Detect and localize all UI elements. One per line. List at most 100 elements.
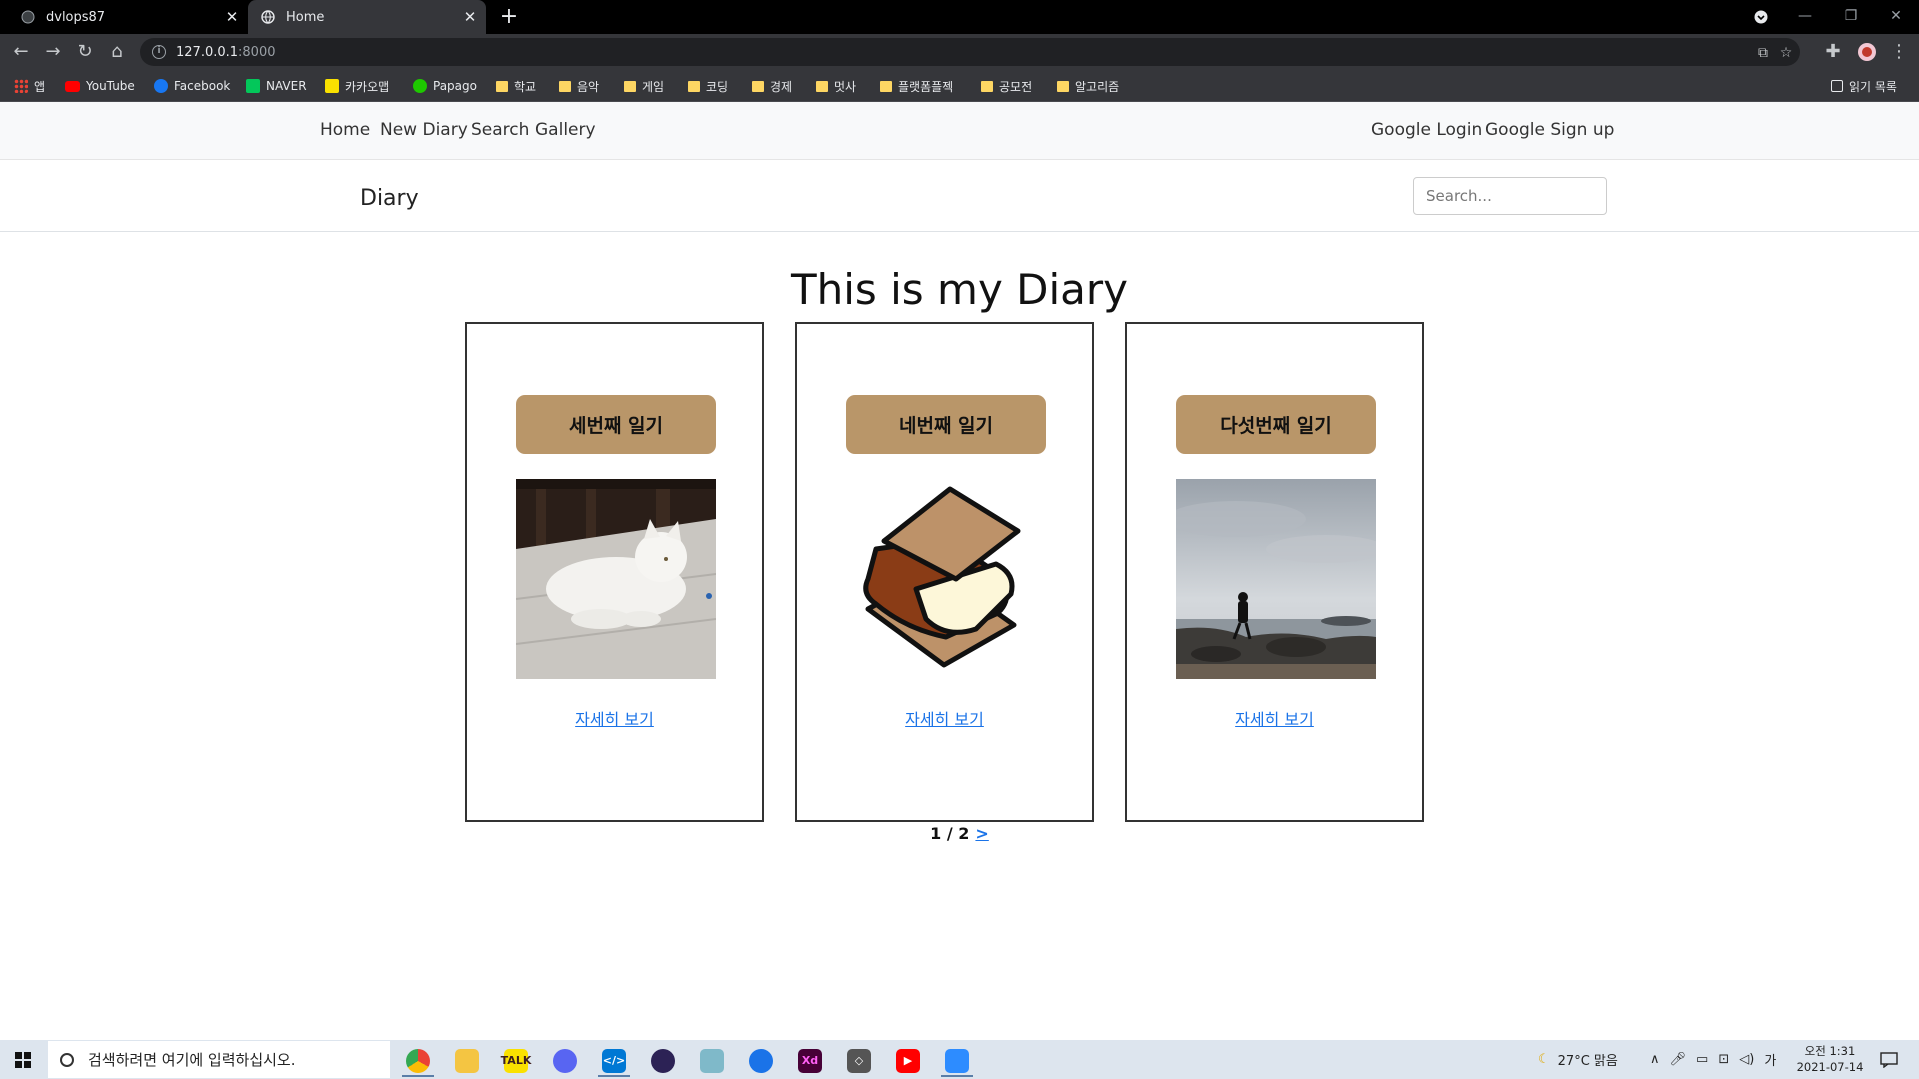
- unity-icon[interactable]: ◇: [839, 1044, 879, 1077]
- nav-home-link[interactable]: Home: [320, 120, 370, 140]
- zoom-icon[interactable]: [937, 1044, 977, 1077]
- browser-toolbar: ← → ↻ ⌂ i 127.0.0.1:8000 ⧉ ☆ ✚ ⋮: [0, 34, 1919, 70]
- star-icon[interactable]: ☆: [1776, 43, 1796, 63]
- google-login-link[interactable]: Google Login: [1371, 120, 1482, 140]
- screen: dvlops87 ✕ Home ✕ + — ❐ ✕ ← → ↻ ⌂ i 127.…: [0, 0, 1919, 1079]
- weather-widget[interactable]: ☾ 27°C 맑음: [1538, 1040, 1618, 1079]
- folder-icon: [559, 80, 571, 92]
- bookmark-kakaomap[interactable]: 카카오맵: [325, 77, 389, 95]
- notes-app-icon[interactable]: [692, 1044, 732, 1077]
- maps-icon[interactable]: [741, 1044, 781, 1077]
- bookmark-naver[interactable]: NAVER: [246, 77, 307, 95]
- url-port: :8000: [238, 44, 276, 60]
- battery-icon[interactable]: ▭: [1696, 1052, 1708, 1067]
- bookmark-folder[interactable]: 알고리즘: [1057, 77, 1119, 95]
- chrome-app-icon[interactable]: [398, 1044, 438, 1077]
- tab-strip: dvlops87 ✕ Home ✕ + — ❐ ✕: [0, 0, 1919, 34]
- bookmark-folder[interactable]: 음악: [559, 77, 599, 95]
- folder-icon: [688, 80, 700, 92]
- white-cat-photo: [516, 479, 716, 679]
- bookmark-apps[interactable]: 앱: [14, 77, 45, 95]
- top-navbar: Home New Diary Search Gallery Google Log…: [0, 102, 1919, 160]
- menu-kebab-icon[interactable]: ⋮: [1886, 39, 1912, 65]
- address-bar[interactable]: i 127.0.0.1:8000 ⧉ ☆: [140, 38, 1800, 66]
- avatar[interactable]: [1854, 39, 1880, 65]
- clock-time: 오전 1:31: [1804, 1044, 1856, 1058]
- bookmark-folder[interactable]: 경제: [752, 77, 792, 95]
- volume-icon[interactable]: ◁): [1739, 1052, 1754, 1067]
- kakaomap-icon: [325, 79, 339, 93]
- web-page: Home New Diary Search Gallery Google Log…: [0, 102, 1919, 1040]
- taskbar: 검색하려면 여기에 입력하십시오. TALK </> Xd ◇ ▶ ☾ 27°C…: [0, 1040, 1919, 1079]
- info-icon[interactable]: i: [152, 45, 166, 59]
- bookmark-folder[interactable]: 코딩: [688, 77, 728, 95]
- forward-icon[interactable]: →: [40, 39, 66, 65]
- folder-icon: [496, 80, 508, 92]
- tab-search-icon[interactable]: [1738, 0, 1784, 34]
- adobe-xd-icon[interactable]: Xd: [790, 1044, 830, 1077]
- discord-icon[interactable]: [545, 1044, 585, 1077]
- diary-title-button[interactable]: 세번째 일기: [516, 395, 716, 454]
- globe-icon: [260, 9, 276, 25]
- ime-indicator[interactable]: 가: [1764, 1050, 1776, 1069]
- bookmark-folder[interactable]: 멋사: [816, 77, 856, 95]
- apps-grid-icon: [14, 79, 28, 93]
- brand-title[interactable]: Diary: [360, 186, 419, 211]
- search-input[interactable]: [1413, 177, 1607, 215]
- network-icon[interactable]: ⊡: [1718, 1052, 1729, 1067]
- google-signup-link[interactable]: Google Sign up: [1485, 120, 1614, 140]
- reload-icon[interactable]: ↻: [72, 39, 98, 65]
- sub-header: Diary: [0, 160, 1919, 232]
- windows-start-icon[interactable]: [0, 1040, 46, 1079]
- youtube-icon: [65, 80, 80, 92]
- kakaotalk-icon[interactable]: TALK: [496, 1044, 536, 1077]
- diary-title-button[interactable]: 네번째 일기: [846, 395, 1046, 454]
- pagination: 1 / 2 >: [0, 824, 1919, 843]
- bookmark-facebook[interactable]: Facebook: [154, 77, 230, 95]
- bookmark-folder[interactable]: 학교: [496, 77, 536, 95]
- bookmarks-bar: 앱 YouTube Facebook NAVER 카카오맵 Papago 학교 …: [0, 70, 1919, 102]
- taskbar-search[interactable]: 검색하려면 여기에 입력하십시오.: [48, 1041, 390, 1078]
- vscode-icon[interactable]: </>: [594, 1044, 634, 1077]
- papago-icon: [413, 79, 427, 93]
- bookmark-folder[interactable]: 플랫폼플젝: [880, 77, 953, 95]
- view-detail-link[interactable]: 자세히 보기: [797, 706, 1092, 730]
- bookmark-folder[interactable]: 게임: [624, 77, 664, 95]
- weather-text: 27°C 맑음: [1557, 1054, 1618, 1069]
- restore-button[interactable]: ❐: [1828, 0, 1874, 34]
- bookmark-youtube[interactable]: YouTube: [65, 77, 135, 95]
- reading-list[interactable]: 읽기 목록: [1831, 77, 1897, 95]
- reading-list-icon: [1831, 80, 1843, 92]
- tab-home[interactable]: Home ✕: [248, 0, 486, 34]
- file-explorer-icon[interactable]: [447, 1044, 487, 1077]
- tab-dvlops87[interactable]: dvlops87 ✕: [8, 0, 248, 34]
- nav-new-diary-link[interactable]: New Diary: [380, 120, 468, 140]
- microphone-icon[interactable]: 🎤︎: [1670, 1052, 1687, 1067]
- bookmark-folder[interactable]: 공모전: [981, 77, 1032, 95]
- bookmark-papago[interactable]: Papago: [413, 77, 477, 95]
- eclipse-icon[interactable]: [643, 1044, 683, 1077]
- notification-icon[interactable]: [1880, 1040, 1898, 1079]
- next-page-link[interactable]: >: [975, 824, 988, 843]
- new-tab-button[interactable]: +: [496, 4, 522, 30]
- home-icon[interactable]: ⌂: [104, 39, 130, 65]
- extensions-icon[interactable]: ✚: [1820, 39, 1846, 65]
- translate-icon[interactable]: ⧉: [1753, 43, 1773, 63]
- clock-date: 2021-07-14: [1796, 1060, 1864, 1074]
- close-window-button[interactable]: ✕: [1873, 0, 1919, 34]
- close-icon[interactable]: ✕: [224, 9, 240, 25]
- view-detail-link[interactable]: 자세히 보기: [1127, 706, 1422, 730]
- folder-icon: [752, 80, 764, 92]
- minimize-button[interactable]: —: [1782, 0, 1828, 34]
- nav-gallery-link[interactable]: Gallery: [535, 120, 596, 140]
- diary-title-button[interactable]: 다섯번째 일기: [1176, 395, 1376, 454]
- view-detail-link[interactable]: 자세히 보기: [467, 706, 762, 730]
- system-clock[interactable]: 오전 1:31 2021-07-14: [1790, 1043, 1870, 1075]
- chevron-up-icon[interactable]: ∧: [1650, 1052, 1660, 1067]
- youtube-app-icon[interactable]: ▶: [888, 1044, 928, 1077]
- nav-search-link[interactable]: Search: [471, 120, 529, 140]
- back-icon[interactable]: ←: [8, 39, 34, 65]
- page-title: This is my Diary: [790, 265, 1129, 314]
- moon-icon: ☾: [1538, 1052, 1550, 1067]
- close-icon[interactable]: ✕: [462, 9, 478, 25]
